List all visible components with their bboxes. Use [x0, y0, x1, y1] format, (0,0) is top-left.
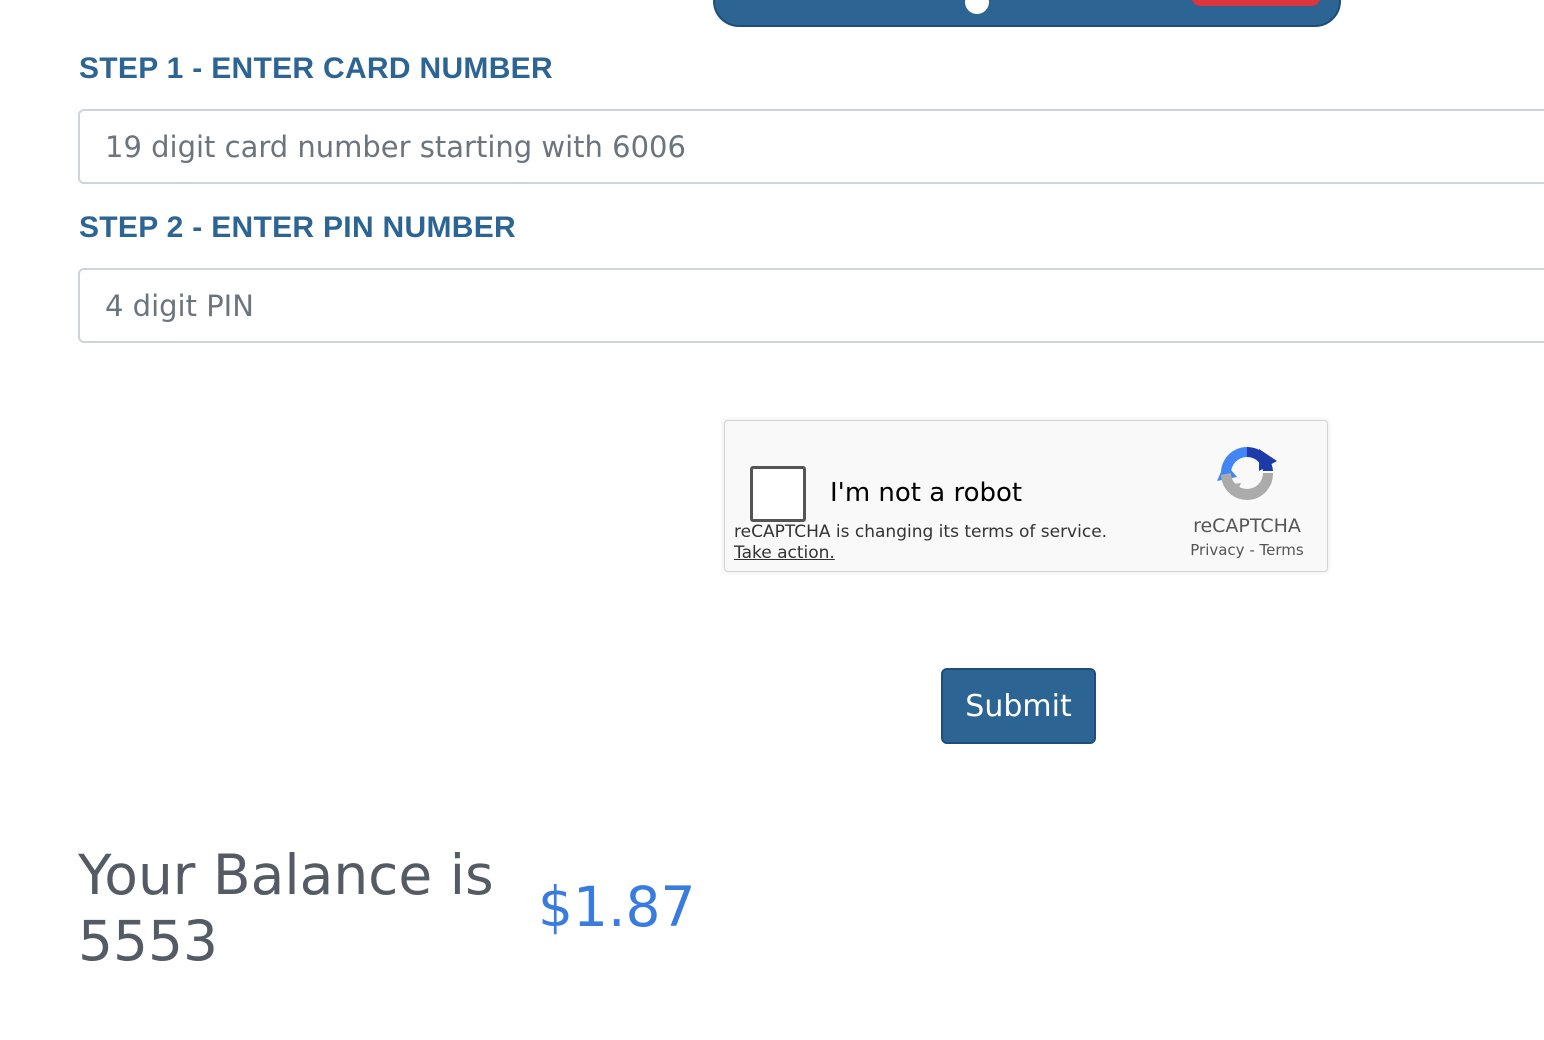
- privacy-link[interactable]: Privacy: [1190, 541, 1244, 559]
- terms-link[interactable]: Terms: [1260, 541, 1304, 559]
- banner-decoration: [965, 0, 989, 14]
- banner-red-tab: [1191, 0, 1321, 6]
- pin-input[interactable]: [78, 268, 1544, 343]
- take-action-link[interactable]: Take action.: [734, 543, 835, 563]
- recaptcha-label: I'm not a robot: [830, 478, 1023, 508]
- links-separator: -: [1249, 541, 1255, 559]
- balance-label: Your Balance is 5553: [78, 843, 494, 973]
- recaptcha-brand: reCAPTCHA: [1193, 515, 1301, 537]
- recaptcha-checkbox[interactable]: [750, 466, 806, 522]
- recaptcha-widget: I'm not a robot reCAPTCHA is changing it…: [724, 420, 1328, 572]
- card-number-input[interactable]: [78, 109, 1544, 184]
- top-banner: [713, 0, 1341, 27]
- submit-button[interactable]: Submit: [941, 668, 1096, 744]
- recaptcha-links: Privacy - Terms: [1165, 541, 1329, 559]
- step1-label: STEP 1 - ENTER CARD NUMBER: [79, 52, 553, 85]
- balance-amount: $1.87: [538, 875, 696, 939]
- recaptcha-logo-icon: [1217, 446, 1277, 501]
- recaptcha-notice: reCAPTCHA is changing its terms of servi…: [734, 522, 1108, 542]
- step2-label: STEP 2 - ENTER PIN NUMBER: [79, 211, 517, 244]
